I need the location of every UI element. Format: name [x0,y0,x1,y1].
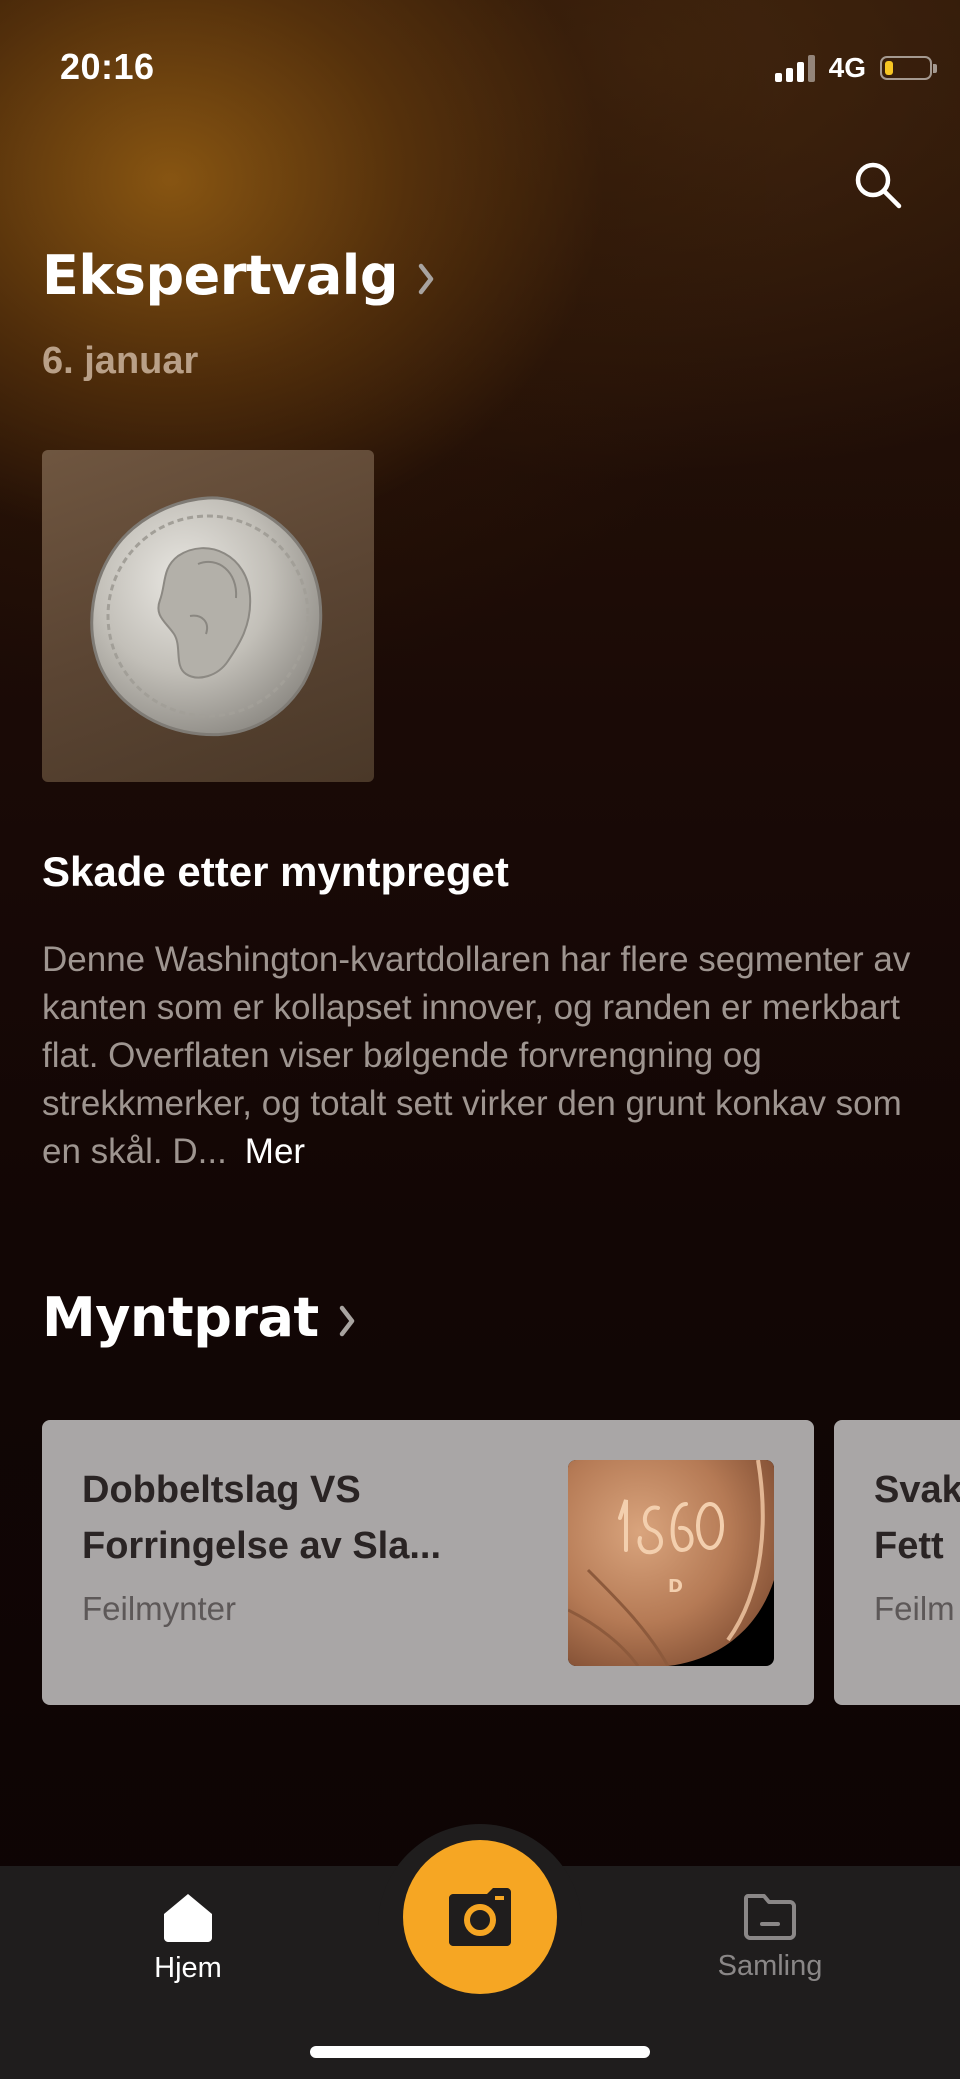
home-icon [164,1894,212,1942]
featured-heading: Skade etter myntpreget [42,848,509,895]
myntprat-title: Myntprat [42,1286,319,1349]
status-indicators: 4G [774,52,937,84]
expert-pick-header-link[interactable]: Ekspertvalg [42,244,436,307]
card-title: Svak Fett [874,1462,960,1574]
camera-scan-button[interactable] [403,1840,557,1994]
tab-home-label: Hjem [154,1952,222,1984]
cellular-signal-icon [774,54,815,82]
featured-description: Denne Washington-kvartdollaren har flere… [42,936,922,1176]
svg-text:D: D [668,1576,683,1597]
search-icon [855,162,902,209]
featured-coin-image[interactable] [42,450,374,782]
expert-pick-date: 6. januar [42,340,199,382]
battery-level-fill [885,61,893,75]
card-title-line: Fett [874,1525,944,1567]
tab-home[interactable]: Hjem [130,1892,246,1985]
card-title: Dobbeltslag VS Forringelse av Sla... [82,1462,522,1574]
folder-icon [744,1894,796,1940]
card-title-line: Forringelse av Sla... [82,1525,442,1567]
featured-description-text: Denne Washington-kvartdollaren har flere… [42,940,911,1171]
tab-collection-label: Samling [717,1950,823,1982]
myntprat-header-link[interactable]: Myntprat [42,1286,357,1349]
card-title-line: Dobbeltslag VS [82,1469,361,1511]
card-category: Feilm [874,1590,955,1627]
card-title-line: Svak [874,1469,960,1511]
home-indicator[interactable] [310,2046,650,2058]
search-button[interactable] [848,155,908,215]
more-link[interactable]: Mer [245,1132,305,1171]
card-category: Feilmynter [82,1590,237,1627]
battery-icon [880,56,937,80]
card-thumbnail: D [568,1460,774,1666]
network-type: 4G [828,52,866,83]
chevron-right-icon [339,1305,354,1336]
myntprat-card[interactable]: Dobbeltslag VS Forringelse av Sla... Fei… [42,1420,814,1705]
status-bar: 20:16 4G [0,0,960,140]
coin-quarter-image [90,496,323,737]
myntprat-cards[interactable]: Dobbeltslag VS Forringelse av Sla... Fei… [42,1420,960,1705]
expert-pick-title: Ekspertvalg [42,244,398,307]
camera-icon [449,1888,511,1946]
status-time: 20:16 [60,46,155,87]
tab-collection[interactable]: Samling [700,1892,840,1983]
chevron-right-icon [418,263,434,294]
coin-1960-image: D [568,1460,774,1666]
myntprat-card[interactable]: Svak Fett Feilm [834,1420,960,1705]
